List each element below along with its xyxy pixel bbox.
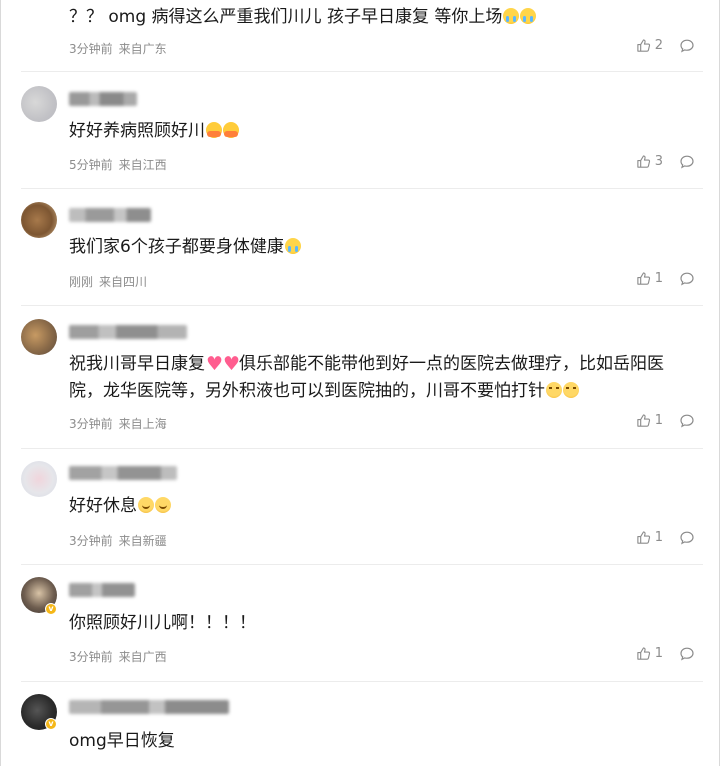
like-button[interactable]: 1 [636, 530, 663, 545]
praying-emoji-icon [155, 497, 171, 513]
comment-text: 我们家6个孩子都要身体健康 [69, 234, 679, 261]
comment-meta: 5分钟前 来自江西 [69, 156, 167, 173]
hug-emoji-icon [206, 122, 222, 138]
username-blurred[interactable] [69, 583, 135, 597]
like-count: 3 [654, 154, 663, 169]
comment-location: 来自新疆 [118, 534, 167, 548]
hug-emoji-icon [223, 122, 239, 138]
crying-emoji-icon [520, 8, 537, 24]
heart-emoji-icon [223, 351, 240, 378]
crying-emoji-icon [284, 238, 301, 254]
divider [21, 681, 703, 682]
divider [21, 71, 703, 72]
reply-button[interactable] [679, 413, 695, 433]
comment-text: 好好养病照顾好川 [69, 118, 679, 145]
username-blurred[interactable] [69, 325, 187, 339]
like-count: 1 [654, 271, 663, 286]
reply-button[interactable] [679, 646, 695, 666]
thumbs-up-icon [637, 414, 650, 427]
comment-list: ？？ omg 病得这么严重我们川儿 孩子早日康复 等你上场 3分钟前 来自广东 2… [0, 0, 720, 766]
thumbs-up-icon [637, 272, 650, 285]
like-button[interactable]: 3 [636, 154, 663, 169]
comment-bubble-icon [680, 39, 694, 53]
verified-v-icon: v [45, 603, 57, 615]
avatar[interactable] [21, 319, 57, 355]
comment-bubble-icon [680, 272, 694, 286]
comment-location: 来自四川 [99, 275, 148, 289]
comment-location: 来自广西 [118, 650, 167, 664]
divider [21, 188, 703, 189]
like-count: 1 [654, 413, 663, 428]
comment-meta: 3分钟前 来自广西 [69, 648, 167, 665]
comment-text: omg早日恢复 [69, 731, 175, 751]
comment-time: 3分钟前 [69, 417, 113, 431]
reply-button[interactable] [679, 38, 695, 58]
comment-time: 3分钟前 [69, 42, 113, 56]
comment-bubble-icon [680, 155, 694, 169]
like-button[interactable]: 1 [636, 271, 663, 286]
like-button[interactable]: 1 [636, 646, 663, 661]
comment-location: 来自上海 [118, 417, 167, 431]
divider [21, 564, 703, 565]
username-blurred[interactable] [69, 700, 229, 714]
comment-location: 来自广东 [118, 42, 167, 56]
like-button[interactable]: 2 [636, 38, 663, 53]
avatar[interactable] [21, 86, 57, 122]
comment-text: 好好休息 [69, 493, 679, 520]
praying-emoji-icon [138, 497, 154, 513]
like-button[interactable]: 1 [636, 413, 663, 428]
avatar[interactable] [21, 202, 57, 238]
comment-text: 祝我川哥早日康复俱乐部能不能带他到好一点的医院去做理疗，比如岳阳医院，龙华医院等… [69, 351, 675, 405]
divider [21, 448, 703, 449]
thumbs-up-icon [637, 155, 650, 168]
comment-time: 3分钟前 [69, 534, 113, 548]
thumbs-up-icon [637, 531, 650, 544]
thumbs-up-icon [637, 647, 650, 660]
comment-meta: 3分钟前 来自广东 [69, 40, 167, 57]
comment-text: ？？ omg 病得这么严重我们川儿 孩子早日康复 等你上场 [69, 4, 679, 31]
comment-time: 5分钟前 [69, 158, 113, 172]
reply-button[interactable] [679, 154, 695, 174]
comment-meta: 3分钟前 来自上海 [69, 415, 167, 432]
comment-bubble-icon [680, 647, 694, 661]
avatar[interactable] [21, 461, 57, 497]
comment-time: 3分钟前 [69, 650, 113, 664]
like-count: 1 [654, 646, 663, 661]
username-blurred[interactable] [69, 466, 177, 480]
like-count: 2 [654, 38, 663, 53]
thumbs-up-icon [637, 39, 650, 52]
reply-button[interactable] [679, 271, 695, 291]
reply-button[interactable] [679, 530, 695, 550]
blush-emoji-icon [563, 382, 579, 398]
comment-bubble-icon [680, 531, 694, 545]
comment-time: 刚刚 [69, 275, 94, 289]
comment-meta: 刚刚 来自四川 [69, 273, 147, 290]
divider [21, 305, 703, 306]
comment-meta: 3分钟前 来自新疆 [69, 532, 167, 549]
verified-v-icon: v [45, 718, 57, 730]
username-blurred[interactable] [69, 208, 151, 222]
username-blurred[interactable] [69, 92, 137, 106]
comment-bubble-icon [680, 414, 694, 428]
comment-text: 你照顾好川儿啊！！！！ [69, 613, 256, 633]
crying-emoji-icon [503, 8, 520, 24]
blush-emoji-icon [546, 382, 562, 398]
heart-emoji-icon [206, 351, 223, 378]
comment-location: 来自江西 [118, 158, 167, 172]
like-count: 1 [654, 530, 663, 545]
